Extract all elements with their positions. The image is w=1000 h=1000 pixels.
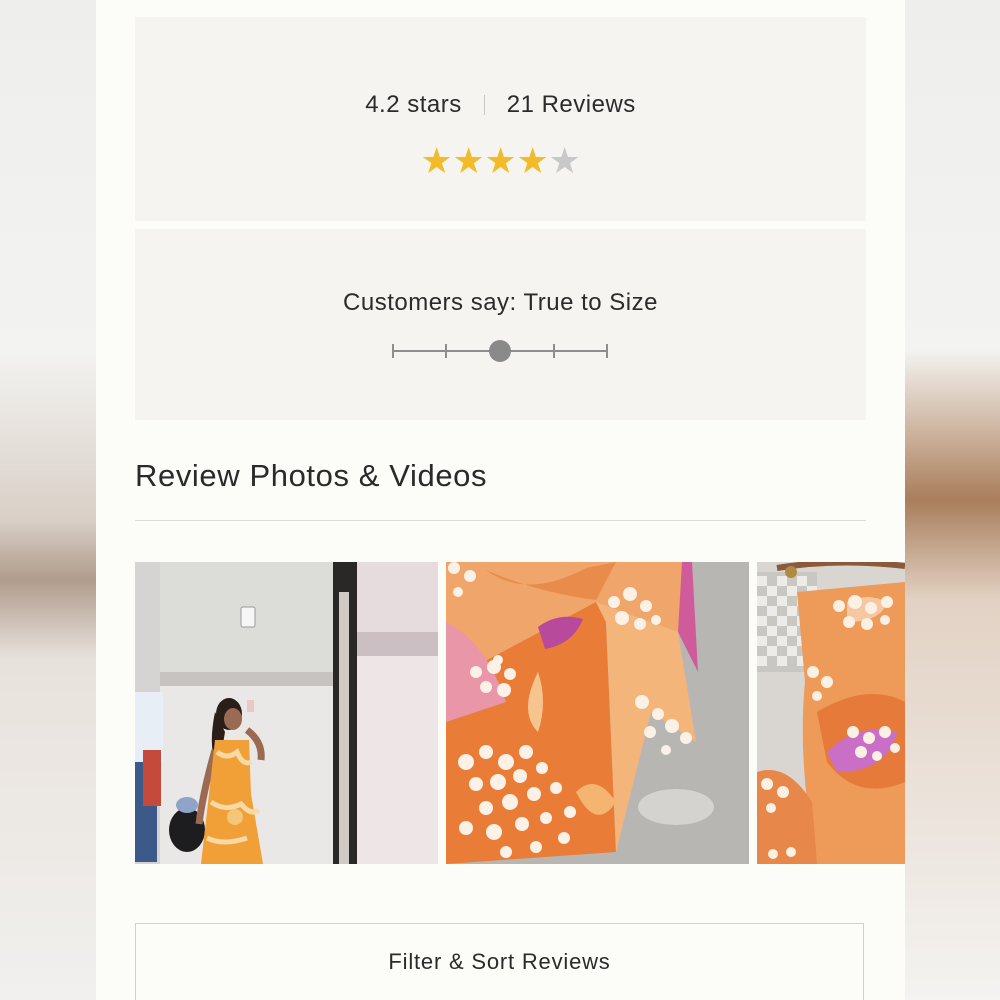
star-icon-filled: ★ (516, 140, 549, 181)
rating-average-text: 4.2 stars (365, 91, 462, 118)
star-icon-empty: ★ (548, 140, 581, 181)
star-icon-filled: ★ (452, 140, 485, 181)
fit-scale-tick (606, 344, 608, 358)
fit-scale-tick (392, 344, 394, 358)
review-media-title: Review Photos & Videos (135, 458, 488, 493)
reviews-page: 4.2 stars 21 Reviews ★★★★★ Customers say… (96, 0, 905, 1000)
fit-label: Customers say: True to Size (343, 289, 658, 316)
star-rating: ★★★★★ (135, 141, 866, 181)
rating-summary-line: 4.2 stars 21 Reviews (135, 91, 866, 119)
review-photo-mirror-selfie[interactable] (135, 562, 438, 864)
photo-dress-mirror-icon (135, 562, 438, 864)
section-divider (135, 520, 866, 521)
background-left (0, 0, 96, 1000)
fit-scale-marker (489, 340, 511, 362)
fit-summary-card: Customers say: True to Size (135, 229, 866, 420)
fit-scale (392, 340, 608, 362)
photo-fabric-bag-icon (757, 562, 905, 864)
fit-scale-tick (553, 344, 555, 358)
filter-sort-button[interactable]: Filter & Sort Reviews (135, 923, 864, 1000)
photo-fabric-icon (446, 562, 749, 864)
rating-summary-card: 4.2 stars 21 Reviews ★★★★★ (135, 17, 866, 221)
review-photo-fabric-closeup[interactable] (446, 562, 749, 864)
review-photo-fabric-bag[interactable] (757, 562, 905, 864)
rating-divider (483, 95, 485, 115)
star-icon-filled: ★ (484, 140, 517, 181)
star-icon-filled: ★ (420, 140, 453, 181)
fit-scale-tick (445, 344, 447, 358)
review-count-link[interactable]: 21 Reviews (507, 91, 636, 119)
background-right (904, 0, 1000, 1000)
